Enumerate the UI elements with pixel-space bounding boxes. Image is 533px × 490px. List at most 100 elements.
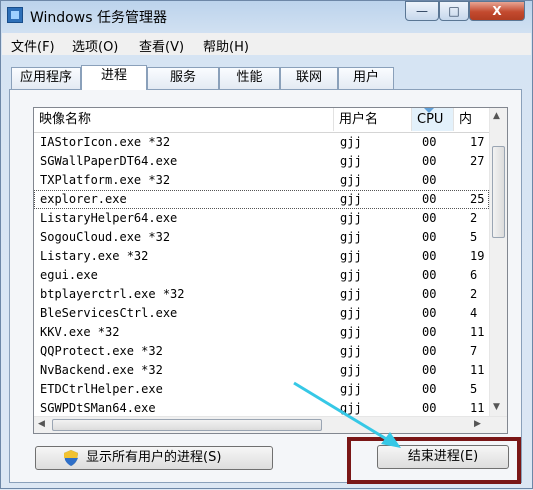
process-memory: 11	[470, 325, 485, 339]
process-row[interactable]: TXPlatform.exe *32 gjj 00	[34, 171, 489, 190]
process-memory: 2	[470, 211, 478, 225]
process-name: QQProtect.exe *32	[40, 344, 163, 358]
process-row[interactable]: egui.exe gjj 00 6	[34, 266, 489, 285]
close-button[interactable]: X	[469, 1, 525, 21]
process-user: gjj	[340, 135, 362, 149]
process-memory: 5	[470, 382, 478, 396]
process-row[interactable]: NvBackend.exe *32 gjj 00 11	[34, 361, 489, 380]
maximize-icon: □	[448, 4, 460, 18]
scroll-left-icon[interactable]: ◀	[38, 419, 45, 429]
process-cpu: 00	[422, 230, 437, 244]
process-cpu: 00	[422, 363, 437, 377]
process-cpu: 00	[422, 173, 437, 187]
scroll-down-icon[interactable]: ▼	[493, 402, 500, 412]
process-cpu: 00	[422, 306, 437, 320]
process-name: KKV.exe *32	[40, 325, 120, 339]
process-name: egui.exe	[40, 268, 98, 282]
column-user-name[interactable]: 用户名	[334, 108, 412, 131]
process-memory: 4	[470, 306, 478, 320]
vertical-scrollbar[interactable]: ▲ ▼	[489, 108, 507, 416]
scroll-up-icon[interactable]: ▲	[493, 111, 500, 121]
process-user: gjj	[340, 287, 362, 301]
tab-processes[interactable]: 进程	[81, 65, 147, 90]
close-icon: X	[492, 4, 502, 18]
process-name: IAStorIcon.exe *32	[40, 135, 171, 149]
scroll-right-icon[interactable]: ▶	[474, 419, 481, 429]
maximize-button[interactable]: □	[439, 1, 469, 21]
process-user: gjj	[340, 306, 362, 320]
column-cpu[interactable]: CPU	[412, 108, 454, 131]
process-cpu: 00	[422, 154, 437, 168]
tab-applications[interactable]: 应用程序	[11, 67, 81, 89]
process-memory: 27	[470, 154, 485, 168]
window-title: Windows 任务管理器	[30, 10, 167, 26]
app-icon	[7, 7, 23, 23]
process-row[interactable]: QQProtect.exe *32 gjj 00 7	[34, 342, 489, 361]
process-cpu: 00	[422, 382, 437, 396]
process-memory: 25	[470, 192, 485, 206]
process-row[interactable]: BleServicesCtrl.exe gjj 00 4	[34, 304, 489, 323]
horizontal-scroll-thumb[interactable]	[52, 419, 322, 431]
process-row[interactable]: explorer.exe gjj 00 25	[34, 190, 489, 209]
process-cpu: 00	[422, 268, 437, 282]
tab-networking[interactable]: 联网	[280, 67, 338, 89]
process-row[interactable]: Listary.exe *32 gjj 00 19	[34, 247, 489, 266]
process-name: ListaryHelper64.exe	[40, 211, 178, 225]
process-user: gjj	[340, 230, 362, 244]
process-user: gjj	[340, 382, 362, 396]
sort-icon	[424, 108, 434, 113]
horizontal-scrollbar[interactable]: ◀ ▶	[34, 416, 507, 433]
process-memory: 5	[470, 230, 478, 244]
title-bar[interactable]: Windows 任务管理器 — □ X	[1, 1, 532, 31]
menu-help[interactable]: 帮助(H)	[203, 36, 249, 55]
process-cpu: 00	[422, 287, 437, 301]
process-row[interactable]: SogouCloud.exe *32 gjj 00 5	[34, 228, 489, 247]
process-cpu: 00	[422, 344, 437, 358]
process-row[interactable]: btplayerctrl.exe *32 gjj 00 2	[34, 285, 489, 304]
menu-bar: 文件(F) 选项(O) 查看(V) 帮助(H)	[2, 33, 531, 55]
task-manager-window: Windows 任务管理器 — □ X 文件(F) 选项(O) 查看(V) 帮助…	[0, 0, 533, 489]
process-row[interactable]: SGWallPaperDT64.exe gjj 00 27	[34, 152, 489, 171]
menu-view[interactable]: 查看(V)	[139, 36, 184, 55]
process-user: gjj	[340, 192, 362, 206]
process-row[interactable]: KKV.exe *32 gjj 00 11	[34, 323, 489, 342]
process-memory: 6	[470, 268, 478, 282]
column-cpu-label: CPU	[417, 112, 444, 127]
show-all-users-button[interactable]: 显示所有用户的进程(S)	[35, 446, 273, 470]
vertical-scroll-thumb[interactable]	[492, 146, 505, 238]
process-row[interactable]: IAStorIcon.exe *32 gjj 00 17	[34, 133, 489, 152]
column-image-name[interactable]: 映像名称	[34, 108, 334, 131]
tab-performance[interactable]: 性能	[219, 67, 280, 89]
process-cpu: 00	[422, 135, 437, 149]
process-name: SGWallPaperDT64.exe	[40, 154, 178, 168]
process-cpu: 00	[422, 211, 437, 225]
process-user: gjj	[340, 268, 362, 282]
menu-file[interactable]: 文件(F)	[11, 36, 55, 55]
tab-users[interactable]: 用户	[338, 67, 394, 89]
process-user: gjj	[340, 154, 362, 168]
process-cpu: 00	[422, 325, 437, 339]
process-name: NvBackend.exe *32	[40, 363, 163, 377]
process-user: gjj	[340, 211, 362, 225]
process-user: gjj	[340, 173, 362, 187]
tab-services[interactable]: 服务	[147, 67, 219, 89]
process-row[interactable]: ETDCtrlHelper.exe gjj 00 5	[34, 380, 489, 399]
process-list[interactable]: 映像名称 用户名 CPU 内 IAStorIcon.exe *32 gjj 00 17…	[33, 107, 508, 434]
process-cpu: 00	[422, 249, 437, 263]
process-user: gjj	[340, 363, 362, 377]
process-row[interactable]: ListaryHelper64.exe gjj 00 2	[34, 209, 489, 228]
process-memory: 11	[470, 363, 485, 377]
process-user: gjj	[340, 249, 362, 263]
process-name: ETDCtrlHelper.exe	[40, 382, 163, 396]
annotation-highlight-box	[347, 437, 521, 484]
minimize-icon: —	[416, 4, 428, 18]
process-name: Listary.exe *32	[40, 249, 149, 263]
process-memory: 7	[470, 344, 478, 358]
process-memory: 17	[470, 135, 485, 149]
process-memory: 19	[470, 249, 485, 263]
minimize-button[interactable]: —	[405, 1, 439, 21]
process-cpu: 00	[422, 192, 437, 206]
menu-options[interactable]: 选项(O)	[72, 36, 118, 55]
column-headers: 映像名称 用户名 CPU 内	[34, 108, 507, 133]
process-user: gjj	[340, 344, 362, 358]
